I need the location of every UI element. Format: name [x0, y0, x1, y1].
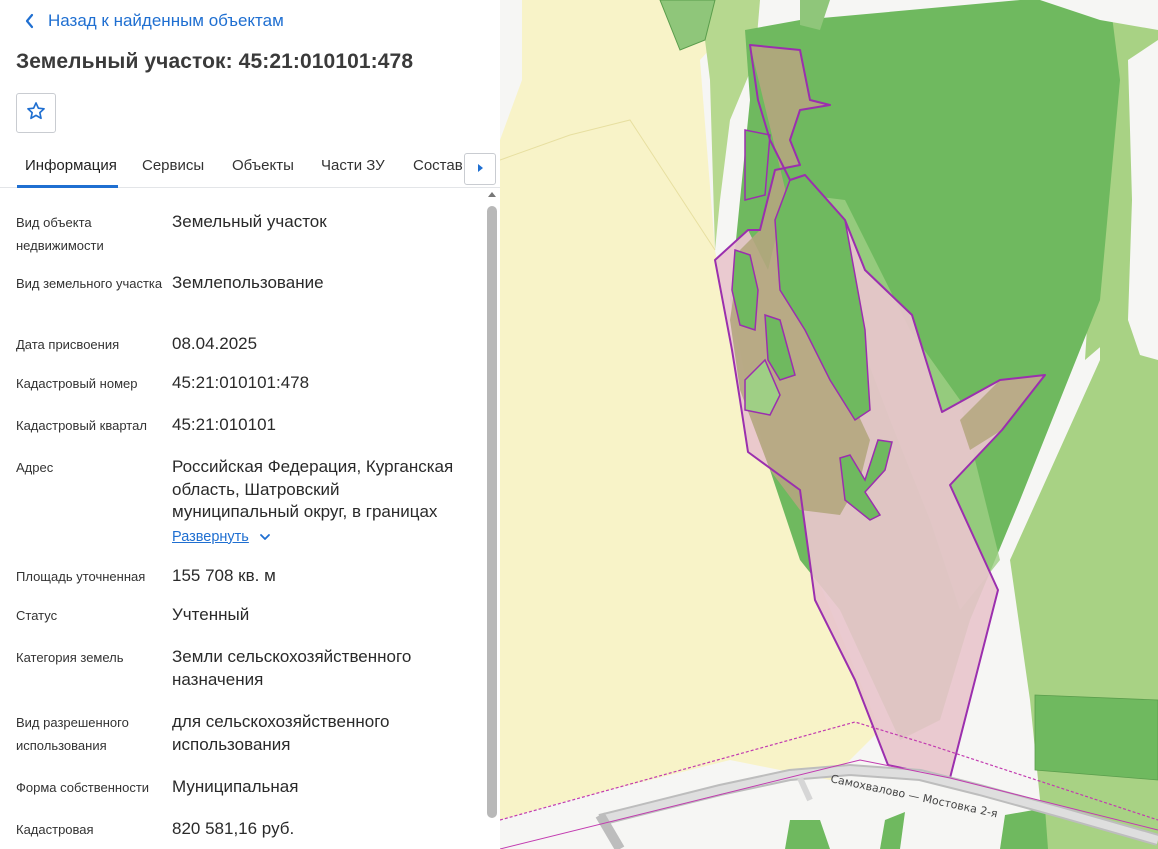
info-value: Муниципальная: [172, 777, 299, 796]
info-value: Российская Федерация, Курганская область…: [172, 457, 454, 521]
info-value: Земли сельскохозяйственного назначения: [172, 647, 412, 689]
panel-scrollbar[interactable]: [486, 192, 498, 822]
info-value: 45:21:010101:478: [172, 373, 310, 392]
forest-patch: [1034, 694, 1158, 781]
page-title: Земельный участок: 45:21:010101:478: [16, 50, 414, 73]
favorite-button[interactable]: [16, 93, 56, 133]
back-link-label: Назад к найденным объектам: [48, 11, 284, 30]
info-label: Форма собственности: [16, 780, 150, 795]
info-label: Категория земель: [16, 650, 124, 665]
tab-information[interactable]: Информация: [25, 157, 117, 174]
scroll-thumb[interactable]: [487, 206, 497, 818]
info-label: Кадастровый номер: [16, 376, 138, 391]
info-value: 155 708 кв. м: [172, 566, 276, 585]
info-label: Площадь уточненная: [16, 569, 146, 584]
info-panel: Назад к найденным объектам Земельный уча…: [0, 0, 500, 849]
info-label: Кадастровый квартал: [16, 418, 147, 433]
info-label: Адрес: [16, 460, 54, 475]
caret-right-icon: [476, 160, 484, 178]
info-value: Учтенный: [172, 605, 250, 624]
map-view[interactable]: Самохвалово — Мостовка 2-я: [500, 0, 1158, 849]
info-label: Статус: [16, 608, 58, 623]
tab-bar: Информация Сервисы Объекты Части ЗУ Сост…: [0, 145, 500, 188]
info-label: Дата присвоения: [16, 337, 120, 352]
tab-services[interactable]: Сервисы: [142, 157, 204, 174]
clearing: [1128, 40, 1158, 360]
expand-address-link[interactable]: Развернуть: [172, 526, 462, 549]
chevron-down-icon: [259, 526, 271, 549]
info-list: Вид объекта недвижимости Земельный участ…: [0, 188, 500, 849]
info-label: Вид разрешенного использования: [16, 715, 129, 753]
info-value: 45:21:010101: [172, 415, 276, 434]
map-canvas[interactable]: Самохвалово — Мостовка 2-я: [500, 0, 1158, 849]
info-value: Земельный участок: [172, 212, 327, 231]
info-label: Вид объекта недвижимости: [16, 215, 104, 253]
back-link[interactable]: Назад к найденным объектам: [22, 10, 284, 32]
info-label: Кадастровая: [16, 822, 94, 837]
tab-parts[interactable]: Части ЗУ: [321, 157, 385, 174]
chevron-left-icon: [22, 10, 36, 32]
tab-objects[interactable]: Объекты: [232, 157, 294, 174]
info-value: 820 581,16 руб.: [172, 819, 295, 838]
info-value: для сельскохозяйственного использования: [172, 712, 390, 754]
star-outline-icon: [25, 100, 47, 127]
info-label: Вид земельного участка: [16, 276, 163, 291]
tabs-next-button[interactable]: [464, 153, 496, 185]
tab-composition[interactable]: Состав: [413, 157, 463, 174]
info-value: 08.04.2025: [172, 334, 258, 353]
scroll-up-arrow-icon[interactable]: [488, 192, 496, 197]
info-value: Землепользование: [172, 273, 324, 292]
